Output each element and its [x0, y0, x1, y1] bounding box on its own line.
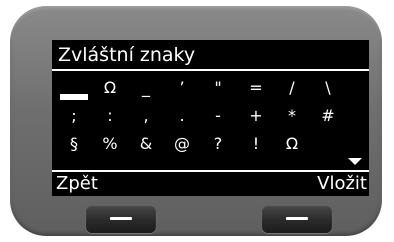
char-cell[interactable]: §: [60, 132, 88, 156]
char-cell[interactable]: Ω: [278, 132, 306, 156]
char-cell[interactable]: +: [242, 104, 270, 128]
char-cell[interactable]: @: [168, 132, 196, 156]
char-cell[interactable]: _: [132, 76, 160, 100]
char-cell[interactable]: /: [278, 76, 306, 100]
scroll-down-arrow-icon: [348, 158, 362, 165]
char-cell[interactable]: #: [314, 104, 342, 128]
char-cell[interactable]: \: [314, 76, 342, 100]
char-cell[interactable]: %: [96, 132, 124, 156]
char-cell[interactable]: Ω: [96, 76, 124, 100]
softkey-dash-icon: [110, 217, 132, 220]
char-cell[interactable]: *: [278, 104, 306, 128]
screen-title: Zvláštní znaky: [58, 44, 196, 66]
char-cell[interactable]: :: [96, 104, 124, 128]
char-cell[interactable]: !: [242, 132, 270, 156]
phone-device: Zvláštní znaky Ω _ ’ " = / \ ; : , . - +…: [10, 6, 382, 236]
char-cell[interactable]: &: [132, 132, 160, 156]
char-cell[interactable]: ?: [204, 132, 232, 156]
char-cell[interactable]: .: [168, 104, 196, 128]
hardware-softkey-left-button[interactable]: [86, 205, 156, 233]
char-cell[interactable]: ,: [132, 104, 160, 128]
char-cell[interactable]: ’: [168, 76, 196, 100]
char-cell[interactable]: =: [242, 76, 270, 100]
char-cell[interactable]: -: [204, 104, 232, 128]
display-screen: Zvláštní znaky Ω _ ’ " = / \ ; : , . - +…: [52, 40, 369, 196]
softkey-insert-label[interactable]: Vložit: [317, 172, 367, 196]
char-cell-space-selected[interactable]: [60, 76, 88, 100]
char-cell[interactable]: ;: [60, 104, 88, 128]
softkey-bar: Zpět Vložit: [52, 170, 369, 196]
softkey-back-label[interactable]: Zpět: [56, 172, 98, 196]
title-divider: [52, 69, 369, 71]
hardware-softkey-right-button[interactable]: [262, 205, 332, 233]
char-cell[interactable]: ": [204, 76, 232, 100]
softkey-dash-icon: [286, 217, 308, 220]
special-characters-grid: Ω _ ’ " = / \ ; : , . - + * # § % & @ ? …: [52, 76, 369, 166]
